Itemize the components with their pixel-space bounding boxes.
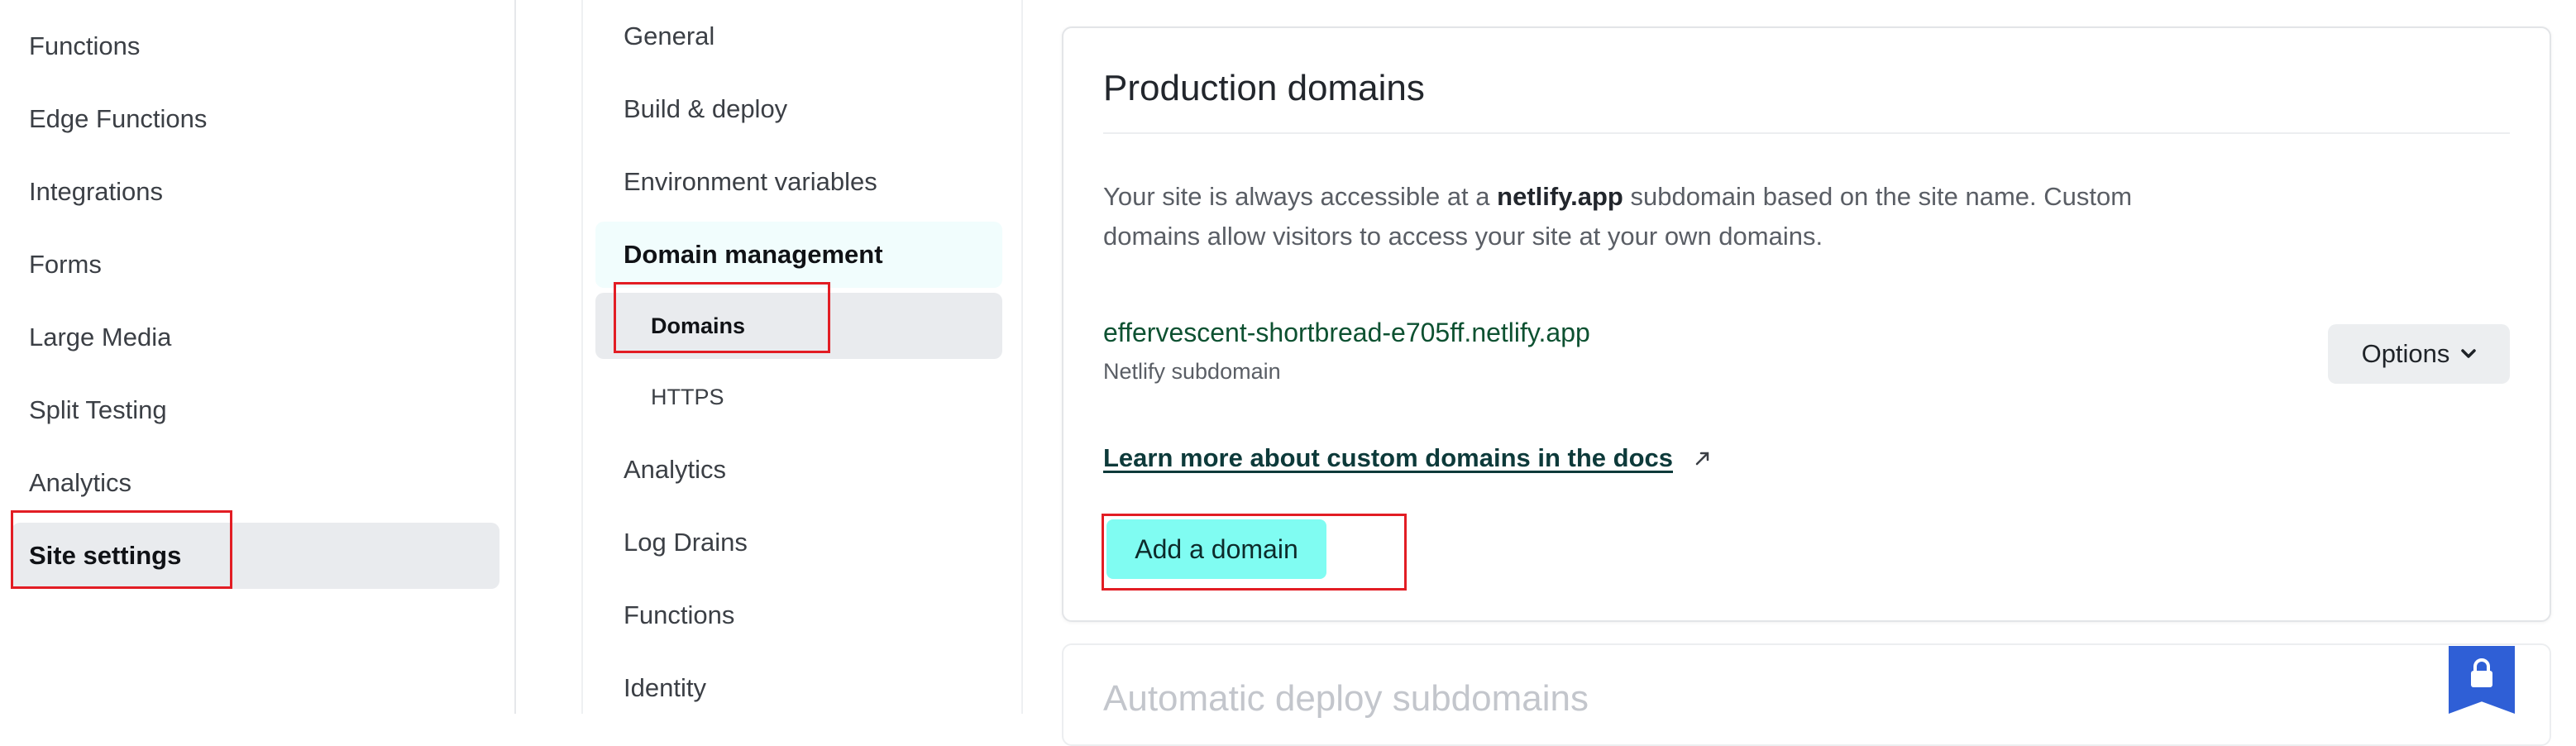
sidebar-item-integrations[interactable]: Integrations [12, 159, 499, 225]
options-button[interactable]: Options [2328, 324, 2510, 384]
settings-nav-log-drains[interactable]: Log Drains [595, 509, 1002, 576]
settings-nav-identity[interactable]: Identity [595, 655, 1002, 721]
settings-nav-label: Environment variables [624, 167, 877, 196]
description-bold: netlify.app [1497, 182, 1623, 211]
settings-nav-https[interactable]: HTTPS [595, 364, 1002, 430]
settings-nav-domain-management[interactable]: Domain management [595, 222, 1002, 288]
sidebar-item-analytics[interactable]: Analytics [12, 450, 499, 516]
settings-nav: General Build & deploy Environment varia… [581, 0, 1023, 714]
card-description: Your site is always accessible at a netl… [1103, 177, 2211, 256]
sidebar-item-functions[interactable]: Functions [12, 13, 499, 79]
settings-nav-environment-variables[interactable]: Environment variables [595, 149, 1002, 215]
automatic-deploy-subdomains-card: Automatic deploy subdomains [1062, 643, 2551, 746]
sidebar-item-label: Large Media [29, 323, 172, 351]
card-title: Production domains [1103, 68, 1425, 108]
settings-nav-general[interactable]: General [595, 3, 1002, 69]
sidebar-item-label: Analytics [29, 468, 132, 497]
settings-nav-label: Build & deploy [624, 94, 788, 123]
settings-nav-label: HTTPS [651, 384, 724, 409]
settings-nav-domains[interactable]: Domains [595, 293, 1002, 359]
settings-nav-label: Domains [651, 313, 746, 338]
sidebar-item-edge-functions[interactable]: Edge Functions [12, 86, 499, 152]
options-label: Options [2361, 339, 2450, 368]
site-sidebar: Functions Edge Functions Integrations Fo… [0, 0, 516, 714]
settings-nav-build-deploy[interactable]: Build & deploy [595, 76, 1002, 142]
settings-nav-label: Log Drains [624, 528, 748, 557]
settings-nav-label: Identity [624, 673, 706, 702]
chevron-down-icon [2461, 349, 2477, 358]
domain-name: effervescent-shortbread-e705ff.netlify.a… [1103, 318, 1590, 347]
sidebar-item-forms[interactable]: Forms [12, 232, 499, 298]
settings-nav-label: General [624, 22, 715, 50]
settings-nav-analytics[interactable]: Analytics [595, 437, 1002, 503]
sidebar-item-label: Forms [29, 250, 102, 279]
docs-link[interactable]: Learn more about custom domains in the d… [1103, 443, 1673, 473]
external-link-icon [1694, 447, 1712, 473]
settings-nav-label: Domain management [624, 240, 883, 269]
description-text: Your site is always accessible at a [1103, 182, 1498, 211]
production-domains-card: Production domains Your site is always a… [1062, 26, 2551, 622]
card-divider [1103, 132, 2510, 134]
sidebar-item-label: Integrations [29, 177, 163, 206]
sidebar-item-label: Split Testing [29, 395, 167, 424]
settings-nav-functions[interactable]: Functions [595, 582, 1002, 648]
sidebar-item-large-media[interactable]: Large Media [12, 304, 499, 371]
sidebar-item-label: Functions [29, 31, 141, 60]
settings-nav-label: Analytics [624, 455, 727, 484]
domain-type: Netlify subdomain [1103, 359, 1281, 384]
sidebar-item-label: Site settings [29, 541, 182, 570]
settings-nav-label: Functions [624, 600, 735, 629]
add-domain-button[interactable]: Add a domain [1106, 519, 1326, 579]
add-domain-label: Add a domain [1135, 533, 1298, 564]
sidebar-item-label: Edge Functions [29, 104, 208, 133]
sidebar-item-site-settings[interactable]: Site settings [12, 523, 499, 589]
sidebar-item-split-testing[interactable]: Split Testing [12, 377, 499, 443]
